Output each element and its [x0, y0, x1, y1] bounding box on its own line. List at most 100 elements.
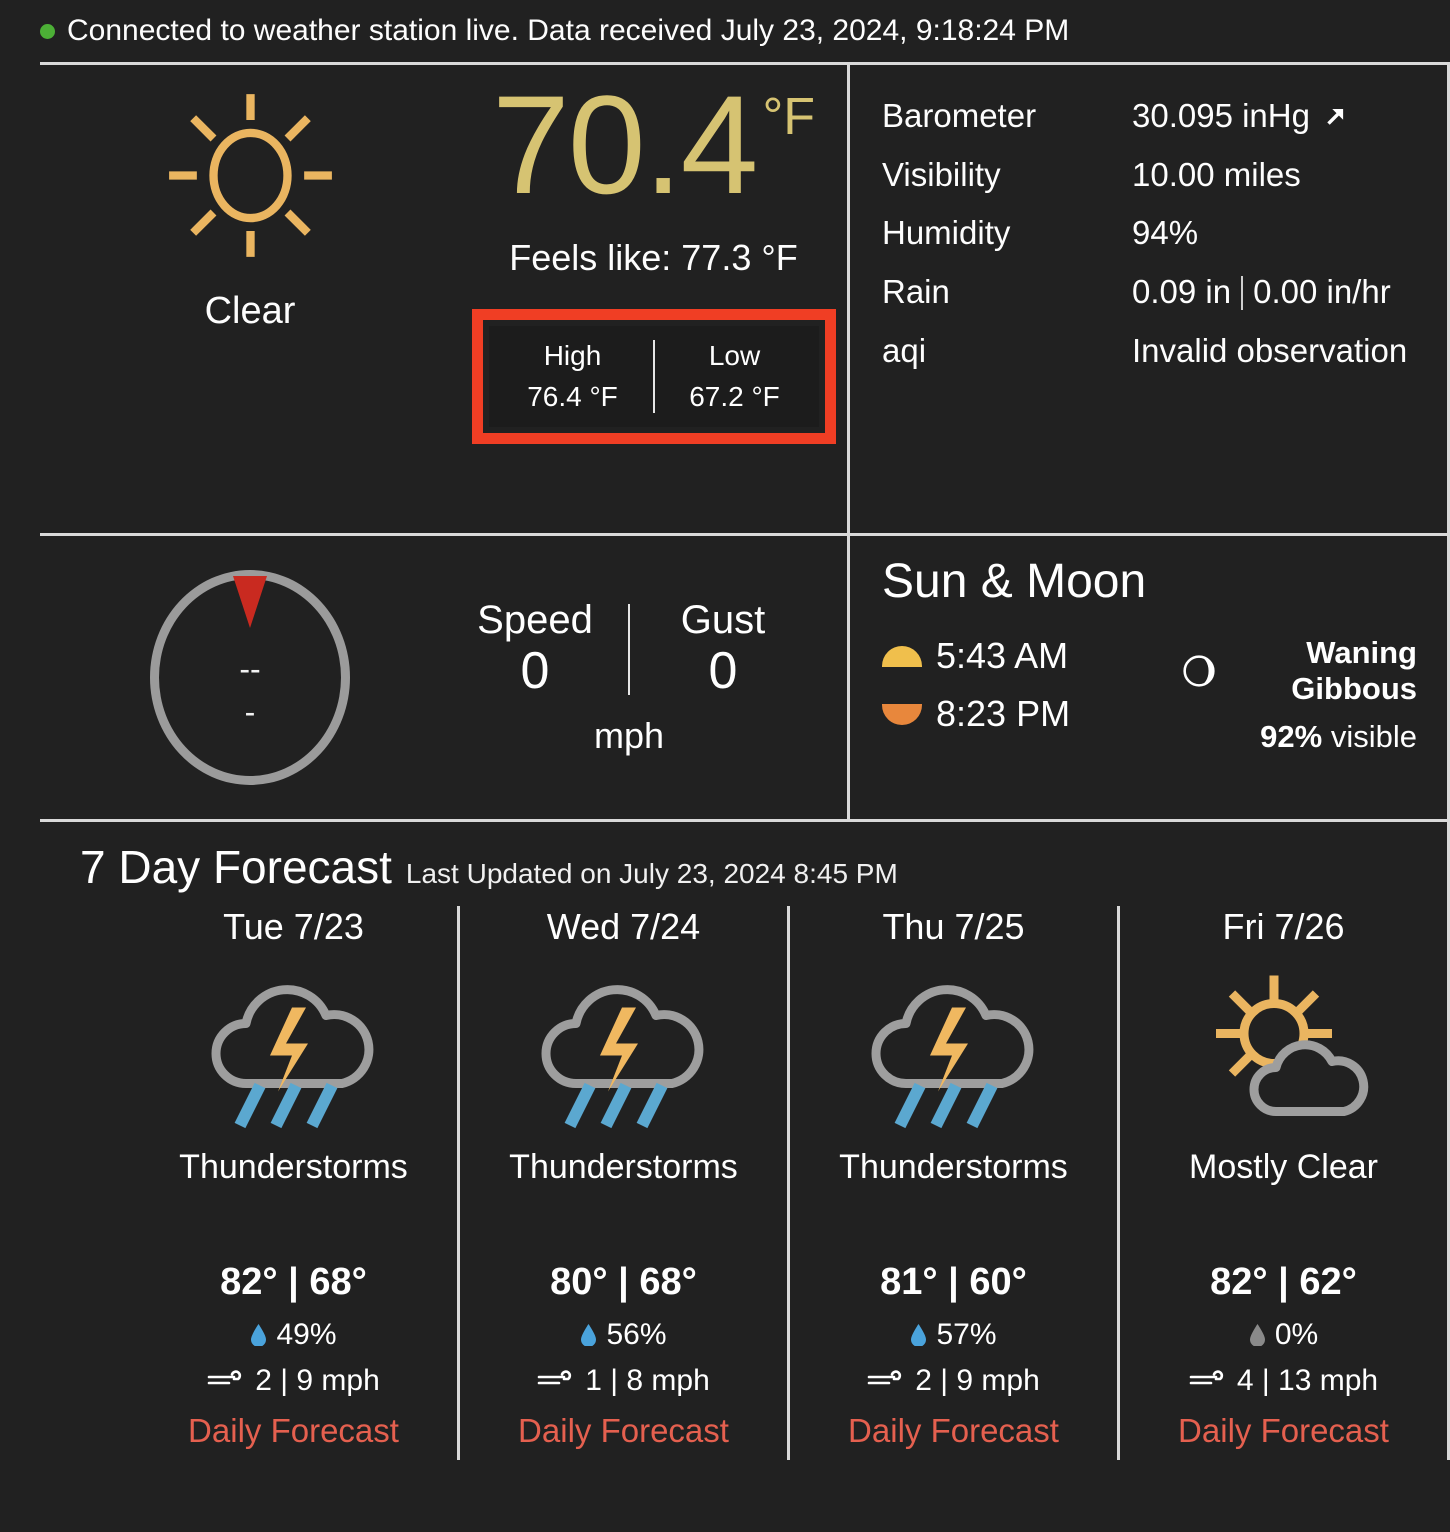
forecast-high: 81° [880, 1261, 938, 1303]
forecast-card[interactable]: Thu 7/25 Thunderstorms 81° | 60° 57% 2 |… [790, 906, 1120, 1460]
wind-compass-block: -- - [40, 570, 460, 785]
wind-cell: -- - Speed 0 Gust 0 mph [40, 536, 847, 819]
metric-label: Visibility [882, 155, 1001, 193]
high-label: High [543, 340, 602, 371]
temperature-block: 70.4 °F Feels like: 77.3 °F High 76.4 °F [460, 65, 847, 445]
forecast-wind: 1 | 8 mph [460, 1364, 787, 1398]
forecast-condition-icon-wrap [790, 954, 1117, 1144]
sun-times-block: 5:43 AM 8:23 PM [882, 635, 1182, 751]
metric-value: Invalid observation [1132, 331, 1408, 369]
sunrise-row: 5:43 AM [882, 635, 1182, 677]
status-dot-connected-icon [40, 23, 55, 39]
low-label: Low [708, 340, 761, 371]
forecast-precip-value: 56% [606, 1318, 667, 1351]
forecast-wind: 4 | 13 mph [1120, 1364, 1447, 1398]
wind-direction-primary: -- [239, 651, 261, 687]
high-low-divider [652, 340, 655, 414]
forecast-temp-separator: | [618, 1261, 640, 1303]
current-condition-label: Clear [204, 290, 296, 332]
forecast-condition-label: Thunderstorms [179, 1148, 408, 1186]
daily-forecast-link[interactable]: Daily Forecast [790, 1412, 1117, 1450]
forecast-day-label: Fri 7/26 [1222, 906, 1345, 947]
wind-readings: Speed 0 Gust 0 mph [460, 598, 888, 756]
waning-gibbous-moon-icon [1183, 655, 1215, 687]
forecast-wind: 2 | 9 mph [790, 1364, 1117, 1398]
forecast-card[interactable]: Wed 7/24 Thunderstorms 80° | 68° 56% 1 |… [460, 906, 790, 1460]
compass-direction-text: -- - [150, 648, 350, 734]
metric-value: 94% [1132, 214, 1199, 252]
forecast-condition-label: Mostly Clear [1189, 1148, 1378, 1186]
forecast-wind-value: 2 | 9 mph [255, 1364, 380, 1397]
metric-label: Humidity [882, 214, 1011, 252]
wind-speed-value: 0 [520, 642, 550, 701]
moon-block: Waning Gibbous 92% visible [1182, 635, 1447, 755]
feels-like-text: Feels like: 77.3 °F [509, 237, 798, 278]
wind-and-sunmoon-row: -- - Speed 0 Gust 0 mph Sun & Moon 5:43 … [40, 533, 1447, 819]
wind-speed-label: Speed [477, 598, 593, 643]
compass-needle-icon [233, 576, 267, 628]
wind-icon [1189, 1370, 1223, 1385]
forecast-low: 68° [309, 1261, 367, 1303]
metric-row: Rain 0.09 in 0.00 in/hr [882, 263, 1447, 322]
forecast-wind-value: 1 | 8 mph [585, 1364, 710, 1397]
forecast-precip-value: 0% [1274, 1318, 1319, 1351]
forecast-day-label: Thu 7/25 [882, 906, 1025, 947]
metrics-table: Barometer 30.095 inHg Visibility 10.00 m… [850, 65, 1447, 381]
forecast-low: 68° [639, 1261, 697, 1303]
moon-phase-row: Waning Gibbous [1182, 635, 1417, 707]
forecast-temps: 80° | 68° [460, 1261, 787, 1304]
forecast-header: 7 Day Forecast Last Updated on July 23, … [40, 822, 1447, 894]
wind-speed-cell: Speed 0 [460, 598, 610, 700]
sun-moon-title: Sun & Moon [882, 555, 1147, 608]
high-value: 76.4 °F [527, 380, 618, 412]
forecast-title: 7 Day Forecast [80, 841, 392, 893]
current-temperature: 70.4 [491, 66, 758, 223]
forecast-temps: 82° | 62° [1120, 1261, 1447, 1304]
moon-visible-percent: 92% [1260, 719, 1323, 754]
forecast-condition-icon-wrap [1120, 954, 1447, 1144]
wind-unit-label: mph [593, 714, 665, 756]
wind-gust-cell: Gust 0 [648, 598, 798, 700]
sunset-row: 8:23 PM [882, 693, 1182, 735]
forecast-precip: 56% [460, 1318, 787, 1352]
forecast-section: 7 Day Forecast Last Updated on July 23, … [40, 819, 1450, 1460]
sunset-icon [882, 703, 922, 725]
weather-panel: Clear 70.4 °F Feels like: 77.3 °F High 7… [40, 62, 1450, 1460]
forecast-temp-separator: | [288, 1261, 310, 1303]
wind-divider [628, 604, 630, 695]
wind-direction-compass-icon: -- - [150, 570, 350, 785]
rain-rate: 0.00 in/hr [1253, 273, 1391, 311]
sun-behind-cloud-icon [1215, 975, 1368, 1116]
forecast-day-label: Wed 7/24 [546, 906, 701, 947]
thunderstorm-icon [541, 984, 703, 1128]
metric-value: 0.09 in 0.00 in/hr [1132, 263, 1391, 322]
forecast-last-updated: Last Updated on July 23, 2024 8:45 PM [405, 858, 898, 889]
low-temperature-cell: Low 67.2 °F [665, 336, 805, 417]
forecast-card[interactable]: Tue 7/23 Thunderstorms 82° | 68° 49% 2 |… [130, 906, 460, 1460]
condition-block: Clear [40, 65, 460, 333]
forecast-temp-separator: | [1278, 1261, 1300, 1303]
daily-forecast-link[interactable]: Daily Forecast [130, 1412, 457, 1450]
temperature-unit: °F [762, 88, 816, 146]
water-drop-icon [581, 1324, 597, 1346]
sun-icon [168, 94, 332, 257]
wind-icon [537, 1370, 572, 1385]
forecast-card[interactable]: Fri 7/26 Mostly Clear 82° | 62° 0% 4 | 1… [1120, 906, 1450, 1460]
forecast-precip: 0% [1120, 1318, 1447, 1352]
forecast-temps: 82° | 68° [130, 1261, 457, 1304]
metric-row: Barometer 30.095 inHg [882, 87, 1447, 146]
current-conditions-row: Clear 70.4 °F Feels like: 77.3 °F High 7… [40, 65, 1447, 533]
arrow-up-right-icon [1327, 109, 1344, 126]
wind-direction-secondary: - [244, 694, 256, 731]
forecast-wind-value: 2 | 9 mph [915, 1364, 1040, 1397]
daily-forecast-link[interactable]: Daily Forecast [1120, 1412, 1447, 1450]
daily-forecast-link[interactable]: Daily Forecast [460, 1412, 787, 1450]
forecast-condition-label: Thunderstorms [509, 1148, 738, 1186]
rain-total: 0.09 in [1132, 273, 1232, 311]
wind-icon [207, 1370, 242, 1385]
metric-value-text: 30.095 inHg [1132, 97, 1310, 134]
forecast-temps: 81° | 60° [790, 1261, 1117, 1304]
water-drop-icon [251, 1324, 267, 1346]
forecast-condition-icon-wrap [460, 954, 787, 1144]
wind-gust-label: Gust [680, 598, 766, 643]
